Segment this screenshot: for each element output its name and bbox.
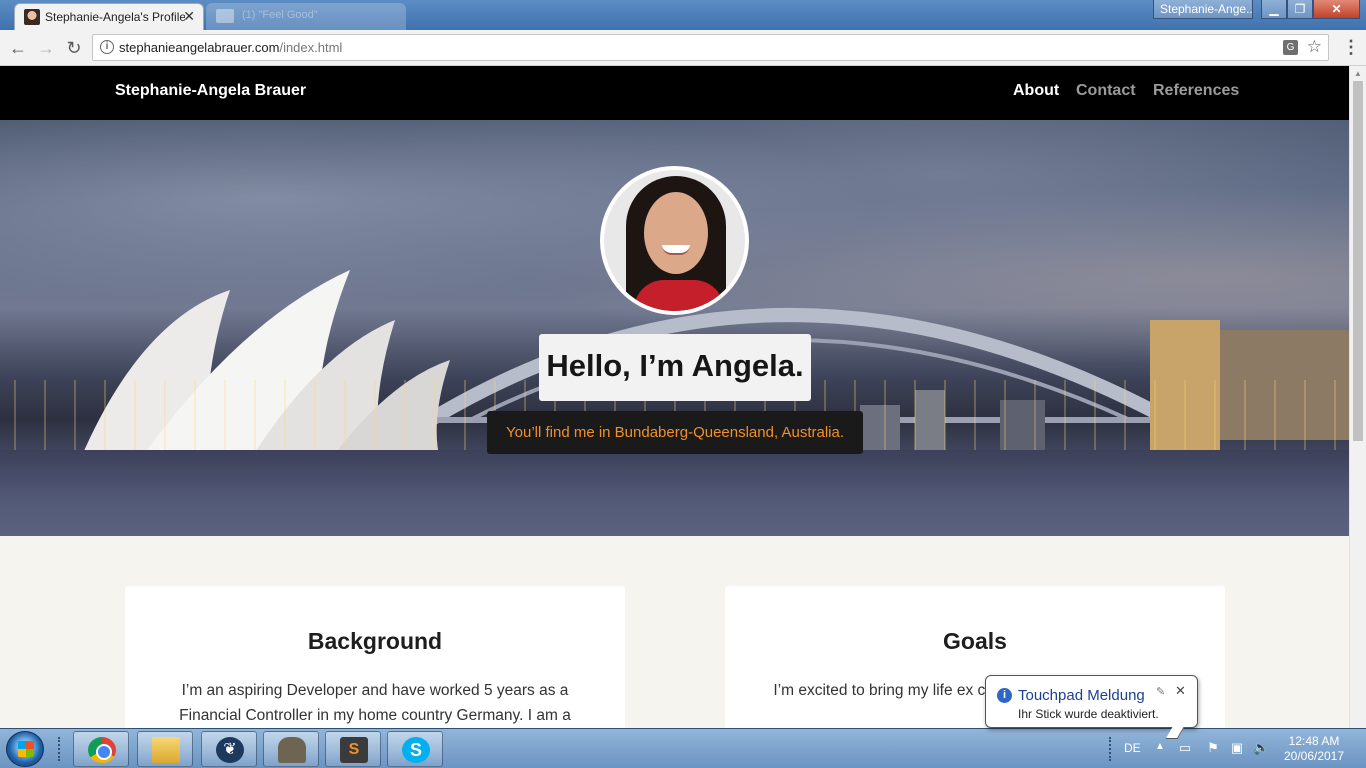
taskbar-gimp-button[interactable] [263, 731, 319, 767]
url-host: stephanieangelabrauer.com [119, 40, 280, 55]
reload-icon[interactable]: ↻ [63, 37, 85, 59]
notification-balloon[interactable]: i Touchpad Meldung Ihr Stick wurde deakt… [985, 675, 1198, 739]
page-viewport: Stephanie-Angela Brauer About Contact Re… [0, 66, 1349, 728]
explorer-icon [152, 737, 180, 763]
chrome-icon [88, 737, 116, 763]
hero-subtitle-box: You’ll find me in Bundaberg-Queensland, … [487, 411, 863, 454]
flag-tray-icon[interactable]: ⚑ [1205, 740, 1221, 756]
video-favicon-icon [216, 9, 234, 23]
card-text: I’m an aspiring Developer and have worke… [179, 682, 571, 724]
browser-titlebar: Stephanie-Angela's Profile ✕ (1) "Feel G… [0, 0, 1366, 30]
app-icon: ❦ [216, 737, 244, 763]
network-tray-icon[interactable]: ▣ [1229, 740, 1245, 756]
url-path: /index.html [279, 40, 343, 55]
nav-link-references[interactable]: References [1153, 82, 1239, 100]
menu-icon[interactable]: ⋮ [1342, 37, 1360, 58]
translate-icon[interactable]: G [1283, 40, 1298, 55]
hero-title-box: Hello, I’m Angela. [539, 334, 811, 401]
info-circle-icon: i [997, 688, 1012, 703]
clock-date: 20/06/2017 [1283, 749, 1345, 763]
nav-link-about[interactable]: About [1013, 82, 1059, 100]
scroll-up-icon[interactable]: ▲ [1354, 69, 1362, 78]
notification-message: Ihr Stick wurde deaktiviert. [1018, 707, 1159, 721]
close-icon[interactable]: ✕ [1175, 683, 1186, 699]
volume-tray-icon[interactable]: 🔈 [1253, 740, 1269, 756]
sublime-icon: S [340, 737, 368, 763]
page-scrollbar[interactable]: ▲ [1349, 66, 1366, 728]
tab-active[interactable]: Stephanie-Angela's Profile ✕ [14, 3, 204, 30]
close-window-button[interactable]: ✕ [1313, 0, 1360, 19]
back-icon[interactable]: ← [7, 37, 29, 59]
browser-toolbar: ← → ↻ i stephanieangelabrauer.com/index.… [0, 30, 1366, 66]
profile-avatar [600, 166, 749, 315]
tray-expand-icon[interactable]: ▲ [1155, 741, 1165, 752]
maximize-button[interactable]: ❐ [1287, 0, 1313, 19]
start-button[interactable] [6, 731, 44, 767]
taskbar-chrome-button[interactable] [73, 731, 129, 767]
card-heading: Goals [943, 628, 1007, 654]
taskbar-explorer-button[interactable] [137, 731, 193, 767]
star-icon[interactable]: ☆ [1307, 37, 1322, 57]
nav-link-contact[interactable]: Contact [1076, 82, 1136, 100]
windows-taskbar: ❦ S S DE ▲ ▭ ⚑ ▣ 🔈 12:48 AM 20/06/2017 [0, 728, 1366, 768]
taskbar-sublime-button[interactable]: S [325, 731, 381, 767]
language-indicator[interactable]: DE [1124, 741, 1141, 755]
hero-subtitle: You’ll find me in Bundaberg-Queensland, … [506, 424, 844, 441]
tab-title-inactive: (1) "Feel Good" [242, 9, 318, 21]
info-icon[interactable]: i [100, 40, 114, 54]
harbour-water [0, 450, 1349, 536]
skype-icon: S [402, 737, 430, 763]
scroll-thumb[interactable] [1353, 81, 1363, 441]
site-brand[interactable]: Stephanie-Angela Brauer [115, 82, 306, 100]
card-heading: Background [307, 628, 443, 654]
taskbar-grip[interactable] [58, 737, 64, 761]
taskbar-app-button[interactable]: ❦ [201, 731, 257, 767]
address-bar[interactable]: i stephanieangelabrauer.com/index.html G… [92, 34, 1329, 61]
notification-title: Touchpad Meldung [1018, 687, 1145, 704]
gimp-icon [278, 737, 306, 763]
system-clock[interactable]: 12:48 AM 20/06/2017 [1278, 734, 1350, 764]
tab-inactive[interactable]: (1) "Feel Good" [206, 3, 406, 30]
profile-favicon-icon [24, 9, 40, 25]
forward-icon[interactable]: → [35, 37, 57, 59]
touchpad-tray-icon[interactable]: ▭ [1177, 740, 1193, 756]
card-background: Background I’m an aspiring Developer and… [125, 586, 625, 728]
minimize-button[interactable]: ▁ [1261, 0, 1287, 19]
windows-logo-icon [18, 741, 34, 757]
tray-grip[interactable] [1109, 737, 1115, 761]
url-text[interactable]: stephanieangelabrauer.com/index.html [119, 40, 342, 55]
window-user-badge[interactable]: Stephanie-Ange... [1153, 0, 1253, 19]
hero-title: Hello, I’m Angela. [546, 348, 804, 383]
hero-banner: Hello, I’m Angela. You’ll find me in Bun… [0, 120, 1349, 536]
taskbar-skype-button[interactable]: S [387, 731, 443, 767]
clock-time: 12:48 AM [1288, 734, 1340, 748]
site-navbar: Stephanie-Angela Brauer About Contact Re… [0, 66, 1349, 120]
tab-title: Stephanie-Angela's Profile [45, 10, 185, 24]
tab-close-icon[interactable]: ✕ [183, 8, 195, 25]
pin-icon[interactable]: ✎ [1156, 685, 1165, 698]
